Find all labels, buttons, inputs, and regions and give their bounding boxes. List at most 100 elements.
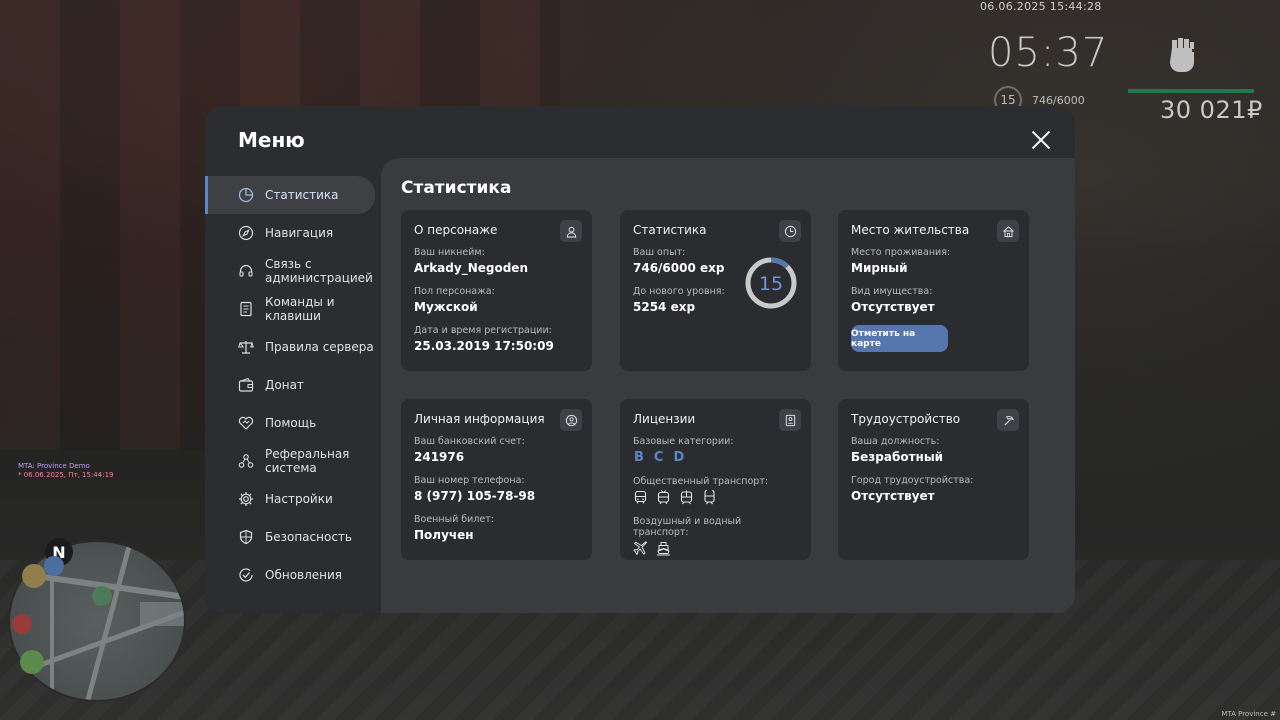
sidebar-item-referral[interactable]: Реферальная система <box>205 442 381 480</box>
license-category: D <box>673 450 685 465</box>
content-area: Статистика О персонаже Ваш никнейм: Arka… <box>381 158 1075 613</box>
card-title: Личная информация <box>414 412 545 426</box>
registration-label: Дата и время регистрации: <box>414 325 552 336</box>
card-title: О персонаже <box>414 223 498 237</box>
sidebar-item-settings[interactable]: Настройки <box>205 480 381 518</box>
card-statistics: Статистика Ваш опыт: 746/6000 exp До нов… <box>620 210 811 371</box>
base-categories-label: Базовые категории: <box>633 436 734 447</box>
gear-icon <box>238 491 254 507</box>
airplane-icon <box>633 541 648 556</box>
user-circle-icon <box>560 409 582 431</box>
phone-label: Ваш номер телефона: <box>414 475 525 486</box>
pickaxe-icon <box>997 409 1019 431</box>
sidebar-item-label: Команды и клавиши <box>265 295 335 323</box>
military-id-value: Получен <box>414 528 474 542</box>
network-icon <box>238 453 254 469</box>
card-licenses: Лицензии Базовые категории: B C D Общест… <box>620 399 811 560</box>
check-circle-icon <box>238 567 254 583</box>
card-residence: Место жительства Место проживания: Мирны… <box>838 210 1029 371</box>
sidebar-item-help[interactable]: Помощь <box>205 404 381 442</box>
sidebar-item-label: Донат <box>265 378 304 392</box>
menu-window: Меню Статистика Навигация Связь с админи… <box>205 106 1075 613</box>
mark-on-map-button[interactable]: Отметить на карте <box>851 325 948 352</box>
residence-place-value: Мирный <box>851 261 908 275</box>
sidebar-item-rules[interactable]: Правила сервера <box>205 328 381 366</box>
gender-value: Мужской <box>414 300 478 314</box>
hud-exp: 746/6000 <box>1032 93 1085 107</box>
card-title: Лицензии <box>633 412 696 426</box>
card-personal-info: Личная информация Ваш банковский счет: 2… <box>401 399 592 560</box>
air-water-transport-icons <box>633 541 798 556</box>
close-icon[interactable] <box>1027 126 1055 154</box>
card-title: Место жительства <box>851 223 970 237</box>
bank-account-value: 241976 <box>414 450 465 464</box>
bank-icon <box>92 586 112 606</box>
public-transport-label: Общественный транспорт: <box>633 476 769 487</box>
tram-icon <box>680 490 693 505</box>
level-number: 15 <box>759 273 783 295</box>
residence-place-label: Место проживания: <box>851 247 951 258</box>
document-icon <box>238 301 254 317</box>
sidebar-item-statistics[interactable]: Статистика <box>205 176 375 214</box>
hud-chat: MTA: Province Demo * 06.06.2025, Пт, 15:… <box>18 462 113 480</box>
chat-line: MTA: Province Demo <box>18 462 90 470</box>
sidebar-item-label: Настройки <box>265 492 333 506</box>
air-water-transport-label: Воздушный и водный транспорт: <box>633 516 742 538</box>
home-icon <box>997 220 1019 242</box>
hud-game-time: 05:37 <box>988 30 1109 76</box>
shield-icon <box>238 529 254 545</box>
pie-chart-icon <box>238 187 254 203</box>
card-title: Трудоустройство <box>851 412 961 426</box>
nickname-label: Ваш никнейм: <box>414 247 485 258</box>
map-marker-icon <box>12 614 32 634</box>
position-value: Безработный <box>851 450 944 464</box>
sidebar-item-security[interactable]: Безопасность <box>205 518 381 556</box>
property-label: Вид имущества: <box>851 286 933 297</box>
bank-account-label: Ваш банковский счет: <box>414 436 525 447</box>
sidebar-item-label: Навигация <box>265 226 334 240</box>
map-marker-icon <box>22 564 46 588</box>
menu-title: Меню <box>238 128 305 152</box>
level-progress-ring: 15 <box>745 257 797 309</box>
sidebar-item-updates[interactable]: Обновления <box>205 556 381 594</box>
map-marker-icon <box>44 556 64 576</box>
sidebar-item-label: Связь с администрацией <box>265 257 373 285</box>
job-city-value: Отсутствует <box>851 489 935 503</box>
card-title: Статистика <box>633 223 707 237</box>
license-categories: B C D <box>634 450 798 465</box>
headset-icon <box>238 263 254 279</box>
card-character: О персонаже Ваш никнейм: Arkady_Negoden … <box>401 210 592 371</box>
sidebar-item-commands[interactable]: Команды и клавиши <box>205 290 381 328</box>
job-city-label: Город трудоустройства: <box>851 475 974 486</box>
metro-icon <box>704 490 715 505</box>
sidebar-item-label: Статистика <box>265 188 339 202</box>
chat-line: * 06.06.2025, Пт, 15:44:19 <box>18 471 114 479</box>
sidebar-item-donate[interactable]: Донат <box>205 366 381 404</box>
sidebar-item-label: Реферальная система <box>265 447 350 475</box>
position-label: Ваша должность: <box>851 436 940 447</box>
clock-pie-icon <box>779 220 801 242</box>
sidebar-item-label: Безопасность <box>265 530 352 544</box>
license-category: C <box>653 450 664 465</box>
hud-health-bar <box>1128 89 1254 93</box>
fist-icon <box>1162 34 1202 76</box>
sidebar-item-label: Правила сервера <box>265 340 374 354</box>
property-value: Отсутствует <box>851 300 935 314</box>
hud-money: 30 021₽ <box>1160 96 1263 124</box>
sidebar-item-admin-contact[interactable]: Связь с администрацией <box>205 252 381 290</box>
nickname-value: Arkady_Negoden <box>414 261 528 275</box>
scales-icon <box>238 339 254 355</box>
license-category: B <box>634 450 644 465</box>
wallet-icon <box>238 377 254 393</box>
sidebar-item-label: Помощь <box>265 416 317 430</box>
map-marker-icon <box>20 650 44 674</box>
build-tag: MTA Province # <box>1221 710 1276 718</box>
content-title: Статистика <box>401 178 512 198</box>
id-card-icon <box>779 409 801 431</box>
gender-label: Пол персонажа: <box>414 286 495 297</box>
sidebar: Статистика Навигация Связь с администрац… <box>205 176 381 594</box>
ship-icon <box>657 542 670 556</box>
sidebar-item-navigation[interactable]: Навигация <box>205 214 381 252</box>
registration-value: 25.03.2019 17:50:09 <box>414 339 554 353</box>
compass-icon <box>238 225 254 241</box>
